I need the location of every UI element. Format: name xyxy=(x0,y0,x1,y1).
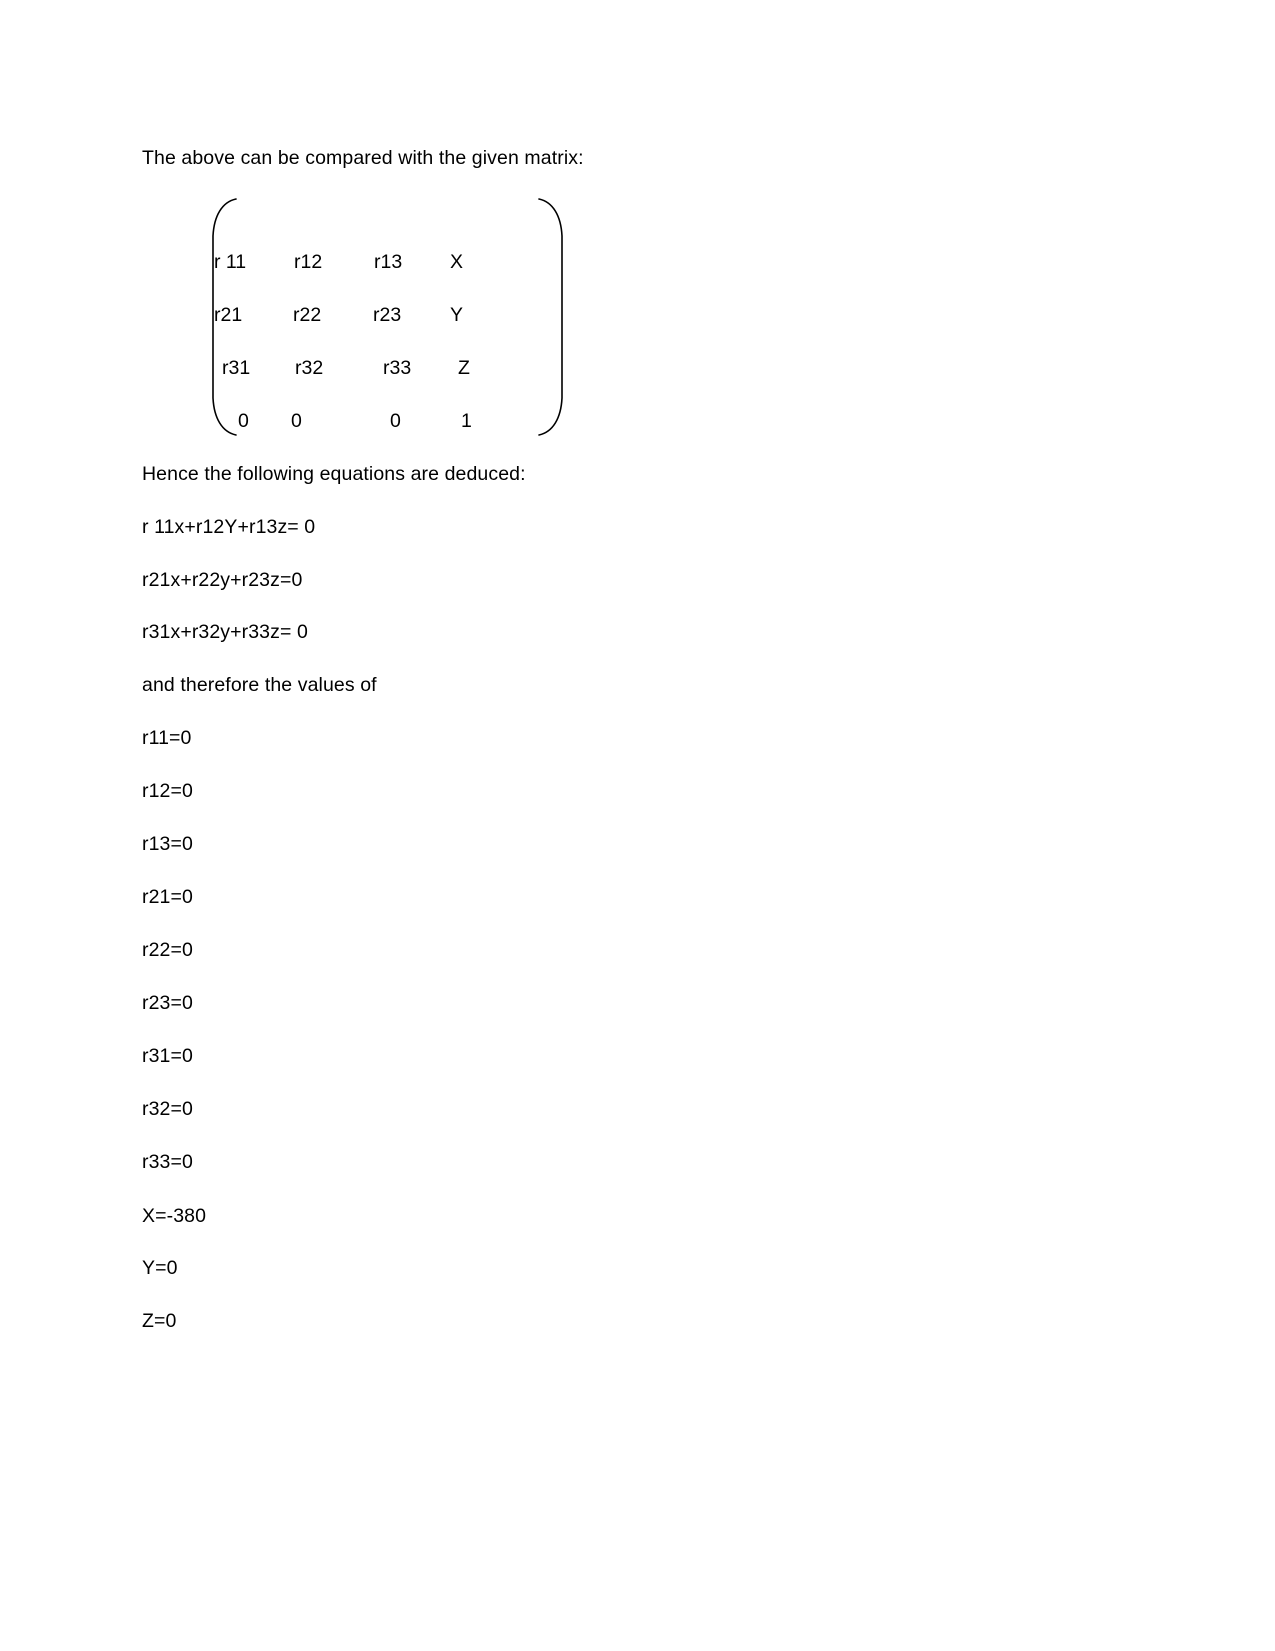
value-line: r13=0 xyxy=(142,833,193,855)
value-line: Y=0 xyxy=(142,1257,178,1279)
deduced-paragraph: Hence the following equations are deduce… xyxy=(142,463,526,485)
matrix-cell: r 11 xyxy=(214,251,247,273)
value-line: r11=0 xyxy=(142,727,192,749)
matrix-cell: r32 xyxy=(295,357,324,379)
value-line: r21=0 xyxy=(142,886,193,908)
matrix-grid: r 11 r12 r13 X r21 r22 r23 Y r31 r32 r33… xyxy=(205,196,575,438)
document-page: The above can be compared with the given… xyxy=(0,0,1275,1651)
matrix-cell: r31 xyxy=(222,357,251,379)
matrix-cell: r13 xyxy=(374,251,403,273)
matrix-cell: 0 xyxy=(390,410,401,432)
matrix-cell: 1 xyxy=(461,410,472,432)
matrix-cell: r23 xyxy=(373,304,402,326)
value-line: r33=0 xyxy=(142,1151,193,1173)
equation-line: r21x+r22y+r23z=0 xyxy=(142,569,303,591)
matrix-cell: Z xyxy=(458,357,470,379)
value-line: r31=0 xyxy=(142,1045,193,1067)
matrix-cell: r21 xyxy=(214,304,243,326)
therefore-paragraph: and therefore the values of xyxy=(142,674,377,696)
matrix-cell: 0 xyxy=(238,410,249,432)
value-line: X=-380 xyxy=(142,1205,207,1227)
equation-line: r 11x+r12Y+r13z= 0 xyxy=(142,516,316,538)
matrix-cell: r33 xyxy=(383,357,412,379)
value-line: Z=0 xyxy=(142,1310,177,1332)
matrix-cell: 0 xyxy=(291,410,302,432)
value-line: r23=0 xyxy=(142,992,193,1014)
intro-paragraph: The above can be compared with the given… xyxy=(142,147,584,169)
matrix-cell: r22 xyxy=(293,304,322,326)
value-line: r32=0 xyxy=(142,1098,193,1120)
matrix-cell: Y xyxy=(450,304,464,326)
matrix-cell: r12 xyxy=(294,251,323,273)
matrix-cell: X xyxy=(450,251,464,273)
value-line: r12=0 xyxy=(142,780,193,802)
matrix-block: r 11 r12 r13 X r21 r22 r23 Y r31 r32 r33… xyxy=(205,196,575,438)
equation-line: r31x+r32y+r33z= 0 xyxy=(142,621,308,643)
value-line: r22=0 xyxy=(142,939,193,961)
